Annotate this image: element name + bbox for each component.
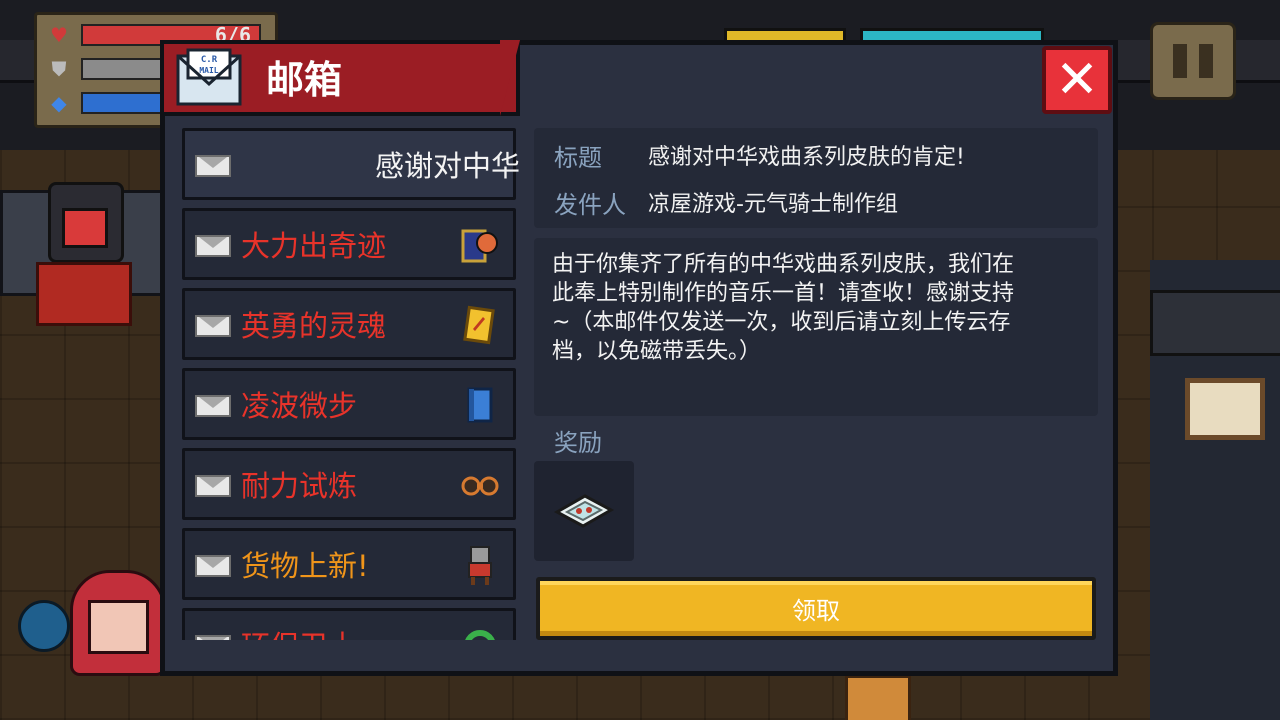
mail-item-selected[interactable]: 感谢对中华: [182, 128, 520, 200]
header-notch: [500, 40, 520, 116]
mail-item-label: 货物上新!: [241, 549, 369, 583]
close-icon: ✕: [1055, 50, 1099, 110]
floor-object: [845, 675, 911, 720]
mail-item[interactable]: 大力出奇迹: [182, 208, 516, 280]
mail-body-line: 此奉上特别制作的音乐一首！请查收！感谢支持: [552, 281, 1015, 306]
mail-item[interactable]: 凌波微步: [182, 368, 516, 440]
mailbox-title: 邮箱: [266, 57, 343, 102]
blue-pot: [18, 600, 70, 652]
sender-label: 发件人: [554, 190, 626, 219]
envelope-icon: [195, 475, 231, 497]
mail-sender: 凉屋游戏-元气骑士制作组: [648, 192, 898, 217]
reward-slot[interactable]: [534, 461, 634, 561]
mail-item-label: 感谢对中华: [375, 149, 520, 183]
svg-text:C.R: C.R: [201, 55, 218, 65]
player-character-face: [88, 600, 149, 654]
mail-title: 感谢对中华戏曲系列皮肤的肯定!: [648, 145, 965, 170]
energy-diamond-icon: ◆: [51, 91, 67, 115]
character-portrait-icon: [461, 229, 498, 263]
shield-icon: ⛊: [51, 57, 67, 81]
pause-button[interactable]: [1150, 22, 1236, 100]
opera-npc-face: [62, 208, 108, 248]
envelope-icon: [195, 155, 231, 177]
mail-item-label: 凌波微步: [241, 389, 358, 423]
mail-item-label: 大力出奇迹: [241, 229, 387, 263]
mail-item[interactable]: 耐力试炼: [182, 448, 516, 520]
mail-item[interactable]: 英勇的灵魂: [182, 288, 516, 360]
green-recycle-icon: [465, 630, 495, 640]
mail-body-line: 档，以免磁带丢失。）: [552, 339, 762, 364]
title-label: 标题: [554, 143, 602, 172]
envelope-icon: [195, 235, 231, 257]
mail-body-text: 由于你集齐了所有的中华戏曲系列皮肤，我们在 此奉上特别制作的音乐一首！请查收！感…: [552, 250, 1082, 366]
shop-robot-icon: [468, 546, 492, 585]
pause-icon-bar: [1199, 44, 1213, 78]
mail-body-line: 由于你集齐了所有的中华戏曲系列皮肤，我们在: [552, 252, 1015, 277]
goggles-icon: [461, 476, 499, 496]
reward-label: 奖励: [554, 428, 602, 457]
mail-icon: C.R MAIL: [176, 48, 242, 106]
close-button[interactable]: ✕: [1042, 46, 1112, 114]
envelope-icon: [195, 395, 231, 417]
wall-certificate-frame: [1185, 378, 1265, 440]
mail-list[interactable]: 感谢对中华 大力出奇迹 英勇的灵魂 凌波微步 耐力试炼 货物上新!: [182, 128, 520, 640]
mail-item-label: 英勇的灵魂: [241, 309, 387, 343]
svg-text:MAIL: MAIL: [199, 66, 218, 75]
mail-item[interactable]: 货物上新!: [182, 528, 516, 600]
claim-button-label: 领取: [792, 597, 840, 625]
mail-body-line: ~（本邮件仅发送一次，收到后请立刻上传云存: [552, 310, 1011, 335]
claim-button[interactable]: 领取: [536, 577, 1096, 640]
envelope-icon: [195, 555, 231, 577]
mail-item[interactable]: 环保卫士: [182, 608, 516, 640]
mail-item-label: 耐力试炼: [241, 469, 358, 503]
golden-card-icon: [463, 305, 495, 345]
right-shelf: [1150, 290, 1280, 356]
envelope-icon: [195, 315, 231, 337]
red-stall: [36, 262, 132, 326]
heart-icon: ♥: [50, 23, 68, 47]
cassette-tape-icon: [553, 494, 615, 528]
pause-icon: [1173, 44, 1187, 78]
envelope-icon: [195, 635, 231, 640]
mail-item-label: 环保卫士: [241, 611, 357, 640]
blue-book-icon: [467, 387, 493, 423]
